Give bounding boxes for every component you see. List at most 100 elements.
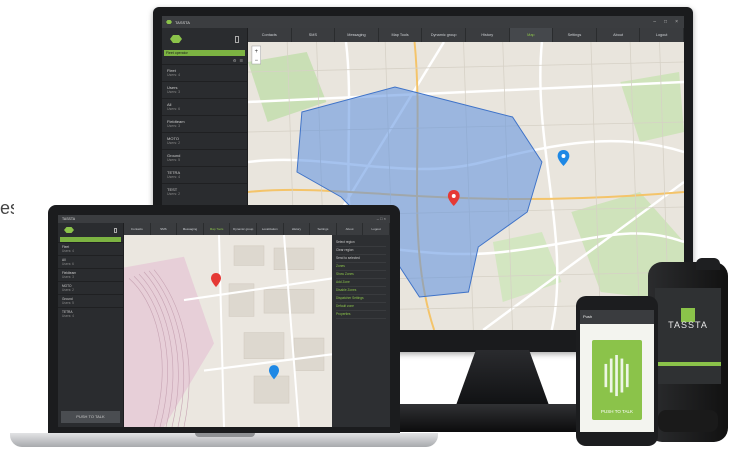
tab-sms[interactable]: SMS <box>292 28 336 42</box>
group-item[interactable]: MOTO Users: 2 <box>162 132 247 149</box>
panel-item[interactable]: Properties <box>336 311 386 319</box>
street-map[interactable] <box>124 235 332 427</box>
laptop-sidebar-header <box>58 223 123 237</box>
panel-item[interactable]: Disable Zones <box>336 287 386 295</box>
group-item[interactable]: Fieldteam Users: 3 <box>58 268 123 281</box>
group-user-count: Users: 4 <box>62 314 74 318</box>
maximize-button[interactable]: □ <box>664 19 667 25</box>
group-item[interactable]: TETRA Users: 4 <box>58 307 123 320</box>
phone-topbar: Push <box>580 310 654 324</box>
tab-sms[interactable]: SMS <box>151 223 178 235</box>
panel-item[interactable]: Add Zone <box>336 279 386 287</box>
group-user-count: Users: 3 <box>167 90 181 94</box>
tassta-logo-icon <box>64 227 74 233</box>
battery-icon <box>235 35 239 43</box>
group-item[interactable]: All Users: 6 <box>162 98 247 115</box>
push-to-talk-button[interactable]: PUSH TO TALK <box>592 340 642 420</box>
panel-item[interactable]: Default zone <box>336 303 386 311</box>
laptop-notch <box>195 433 255 437</box>
rugged-keys[interactable] <box>658 410 718 432</box>
laptop-window-buttons[interactable]: – □ × <box>377 215 386 223</box>
tab-localization[interactable]: Localization <box>257 223 284 235</box>
tab-about[interactable]: About <box>597 28 641 42</box>
push-to-talk-button[interactable]: PUSH TO TALK <box>61 411 120 423</box>
product-showcase: es TASSTA – □ × Fleet operator ⚙ <box>0 0 738 454</box>
tab-messaging[interactable]: Messaging <box>177 223 204 235</box>
main-tabs: Contacts SMS Messaging Map Tools Dynamic gro… <box>248 28 684 42</box>
window-titlebar: TASSTA – □ × <box>162 16 684 28</box>
tab-contacts[interactable]: Contacts <box>124 223 151 235</box>
settings-icon[interactable]: ⚙ <box>233 58 237 63</box>
laptop-screen: TASSTA – □ × Fleet Users: 4 All Users: 6 Fie… <box>58 215 390 427</box>
battery-icon <box>114 227 117 233</box>
tab-map-tools[interactable]: Map Tools <box>204 223 231 235</box>
group-user-count: Users: 6 <box>167 107 181 111</box>
close-button[interactable]: × <box>675 19 678 25</box>
group-user-count: Users: 4 <box>167 175 181 179</box>
laptop-sidebar: Fleet Users: 4 All Users: 6 Fieldteam Users: … <box>58 223 124 427</box>
group-user-count: Users: 6 <box>62 262 74 266</box>
panel-item[interactable]: Send to selected <box>336 255 386 263</box>
group-user-count: Users: 2 <box>167 141 181 145</box>
group-item[interactable]: MOTO Users: 2 <box>58 281 123 294</box>
ptt-waveform-icon <box>604 355 629 397</box>
rugged-device: TASSTA <box>648 258 728 442</box>
zoom-controls[interactable]: + − <box>251 45 261 65</box>
group-user-count: Users: 5 <box>167 158 181 162</box>
tab-logout[interactable]: Logout <box>363 223 390 235</box>
tab-logout[interactable]: Logout <box>640 28 684 42</box>
sidebar-icons: ⚙ ☰ <box>162 56 247 64</box>
group-item[interactable]: Fleet Users: 4 <box>58 242 123 255</box>
group-item[interactable]: Ground Users: 5 <box>58 294 123 307</box>
tab-contacts[interactable]: Contacts <box>248 28 292 42</box>
tab-settings[interactable]: Settings <box>310 223 337 235</box>
tab-map[interactable]: Map <box>509 28 554 42</box>
app-title: TASSTA <box>175 19 190 25</box>
brand-label: TASSTA <box>668 320 708 330</box>
group-item[interactable]: TETRA Users: 4 <box>162 166 247 183</box>
tab-messaging[interactable]: Messaging <box>335 28 379 42</box>
group-item[interactable]: Fieldteam Users: 3 <box>162 115 247 132</box>
group-user-count: Users: 2 <box>62 288 74 292</box>
laptop-titlebar: TASSTA – □ × <box>58 215 390 223</box>
ptt-label: PUSH TO TALK <box>601 409 633 414</box>
tab-about[interactable]: About <box>337 223 364 235</box>
group-user-count: Users: 5 <box>62 301 74 305</box>
group-item[interactable]: TEST Users: 2 <box>162 183 247 200</box>
group-user-count: Users: 3 <box>167 124 181 128</box>
phone-screen: Push PUSH TO TALK <box>580 310 654 432</box>
svg-text:−: − <box>255 58 259 64</box>
group-item[interactable]: Users Users: 3 <box>162 81 247 98</box>
panel-item[interactable]: Dispatcher Settings <box>336 295 386 303</box>
tab-dynamic-group[interactable]: Dynamic group <box>230 223 257 235</box>
group-user-count: Users: 3 <box>62 275 74 279</box>
panel-item[interactable]: Select region <box>336 239 386 247</box>
laptop-app-title: TASSTA <box>62 217 76 221</box>
tab-history[interactable]: History <box>284 223 311 235</box>
tab-settings[interactable]: Settings <box>553 28 597 42</box>
monitor-stand <box>455 350 550 408</box>
group-item[interactable]: Ground Users: 5 <box>162 149 247 166</box>
group-user-count: Users: 4 <box>62 249 74 253</box>
sidebar-header <box>162 28 247 50</box>
group-item[interactable]: Fleet Users: 4 <box>162 64 247 81</box>
laptop: TASSTA – □ × Fleet Users: 4 All Users: 6 Fie… <box>48 205 400 435</box>
group-user-count: Users: 2 <box>167 192 181 196</box>
tab-history[interactable]: History <box>466 28 510 42</box>
list-icon[interactable]: ☰ <box>239 58 243 63</box>
panel-item[interactable]: Zones <box>336 263 386 271</box>
tab-dynamic-group[interactable]: Dynamic group <box>422 28 466 42</box>
laptop-map-tools-panel: Select region Clear region Send to selecte… <box>332 235 390 427</box>
tab-map-tools[interactable]: Map Tools <box>379 28 423 42</box>
app-logo-icon <box>166 20 172 24</box>
laptop-map[interactable] <box>124 235 332 427</box>
group-user-count: Users: 4 <box>167 73 181 77</box>
minimize-button[interactable]: – <box>653 19 656 25</box>
group-item[interactable]: All Users: 6 <box>58 255 123 268</box>
panel-item[interactable]: Show Zones <box>336 271 386 279</box>
svg-text:+: + <box>255 49 259 55</box>
rugged-screen <box>655 288 721 384</box>
smartphone: Push PUSH TO TALK <box>576 296 658 446</box>
tassta-logo-icon <box>170 35 182 43</box>
panel-item[interactable]: Clear region <box>336 247 386 255</box>
